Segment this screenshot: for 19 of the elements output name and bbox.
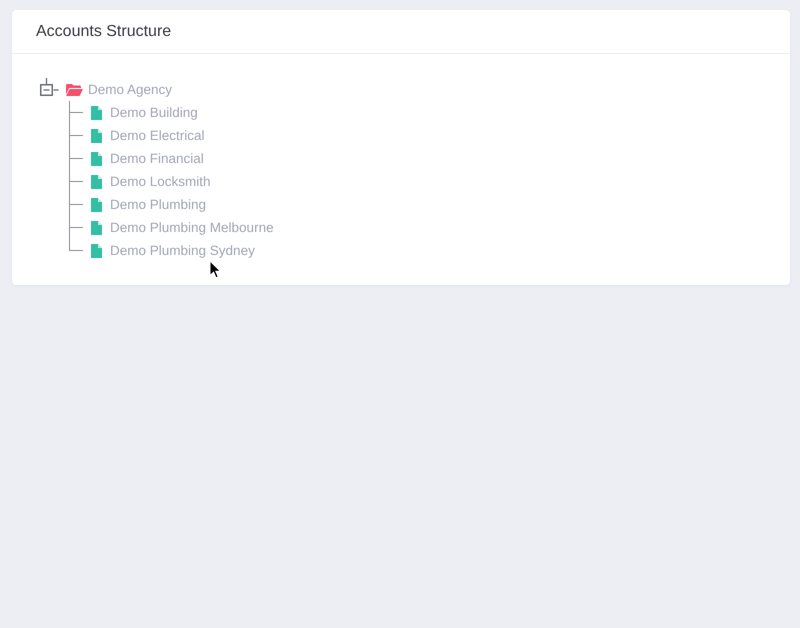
tree-item[interactable]: Demo Plumbing	[110, 197, 206, 212]
mouse-pointer-icon	[209, 260, 221, 279]
tree-item[interactable]: Demo Plumbing Melbourne	[110, 220, 274, 235]
document-icon	[91, 198, 102, 212]
document-icon	[91, 220, 102, 234]
document-icon	[91, 128, 102, 142]
document-icon	[91, 152, 102, 166]
document-icon	[91, 244, 102, 258]
panel-title: Accounts Structure	[36, 22, 172, 40]
tree-item[interactable]: Demo Building	[110, 105, 198, 120]
tree-item[interactable]: Demo Agency	[88, 82, 172, 97]
tree-item[interactable]: Demo Plumbing Sydney	[110, 243, 255, 258]
collapse-icon[interactable]	[40, 78, 59, 96]
document-icon	[91, 106, 102, 120]
folder-icon	[66, 84, 83, 96]
tree-item[interactable]: Demo Locksmith	[110, 174, 211, 189]
document-icon	[91, 174, 102, 188]
tree-item[interactable]: Demo Electrical	[110, 128, 205, 143]
tree-item[interactable]: Demo Financial	[110, 151, 204, 166]
